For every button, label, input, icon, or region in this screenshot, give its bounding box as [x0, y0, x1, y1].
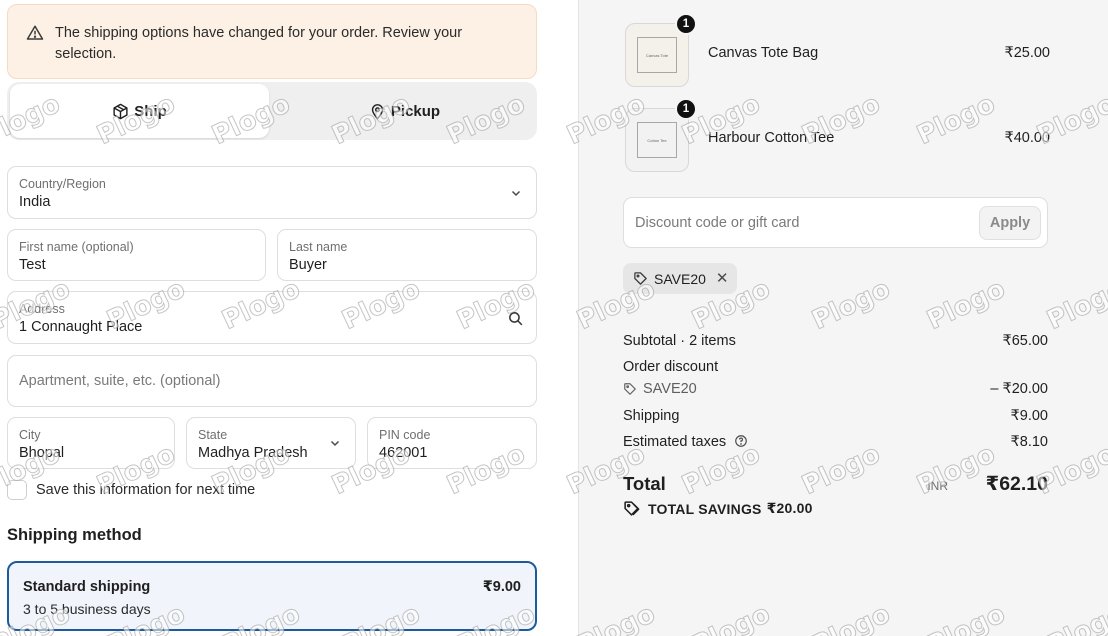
total-value: ₹62.10: [985, 473, 1048, 495]
thumbnail-frame: Canvas Tote: [637, 37, 677, 73]
warning-icon: [26, 25, 44, 40]
subtotal-label: Subtotal · 2 items: [623, 333, 736, 349]
chevron-down-icon: [330, 440, 340, 447]
taxes-value: ₹8.10: [1010, 434, 1048, 450]
search-icon[interactable]: [507, 310, 524, 327]
city-value: Bhopal: [19, 445, 65, 461]
order-discount-code-wrap: SAVE20: [623, 381, 1048, 397]
chevron-down-icon: [511, 190, 521, 196]
order-discount-row: Order discount: [623, 359, 1048, 375]
package-icon: [113, 103, 128, 119]
tag-icon: [634, 272, 647, 285]
state-label: State: [198, 428, 228, 442]
checkout-form-panel: The shipping options have changed for yo…: [0, 0, 578, 636]
shipping-option-days: 3 to 5 business days: [23, 601, 151, 617]
pickup-option-tab[interactable]: Pickup: [275, 84, 534, 138]
item-name: Canvas Tote Bag: [708, 45, 819, 61]
applied-discount-code: SAVE20: [654, 270, 706, 287]
tag-icon: [624, 383, 636, 395]
first-name-label: First name (optional): [19, 240, 134, 254]
address-value: 1 Connaught Place: [19, 319, 143, 335]
item-name: Harbour Cotton Tee: [708, 130, 835, 146]
apartment-placeholder: Apartment, suite, etc. (optional): [19, 373, 221, 389]
last-name-field[interactable]: Last name Buyer: [277, 229, 537, 281]
country-label: Country/Region: [19, 177, 106, 191]
first-name-field[interactable]: First name (optional) Test: [7, 229, 266, 281]
order-discount-code: SAVE20: [643, 381, 697, 397]
cart-item: Cotton Tee 1 Harbour Cotton Tee ₹40.00: [625, 98, 1050, 172]
discount-box: Apply: [623, 197, 1048, 248]
ship-label: Ship: [134, 102, 167, 120]
subtotal-row: Subtotal · 2 items ₹65.00: [623, 333, 1048, 349]
shipping-label: Shipping: [623, 408, 680, 424]
savings-tag-icon: [624, 501, 640, 516]
location-pin-icon: [371, 103, 384, 120]
currency-code: INR: [927, 479, 948, 493]
pin-code-label: PIN code: [379, 428, 431, 442]
delivery-method-toggle: Ship Pickup: [7, 82, 537, 140]
shipping-option-name: Standard shipping: [23, 579, 151, 595]
help-icon[interactable]: [734, 434, 748, 448]
pin-code-field[interactable]: PIN code 462001: [367, 417, 537, 469]
order-summary-panel: Canvas Tote 1 Canvas Tote Bag ₹25.00 Cot…: [578, 0, 1108, 636]
order-discount-detail-row: SAVE20 – ₹20.00: [623, 381, 1048, 397]
thumbnail-frame: Cotton Tee: [637, 122, 677, 158]
total-label: Total: [623, 473, 666, 494]
country-value: India: [19, 194, 51, 210]
order-discount-label: Order discount: [623, 359, 719, 375]
shipping-change-alert: The shipping options have changed for yo…: [7, 4, 537, 79]
quantity-badge: 1: [675, 98, 697, 120]
last-name-value: Buyer: [289, 257, 327, 273]
save-info-checkbox[interactable]: [7, 480, 27, 500]
address-label: Address: [19, 302, 65, 316]
pickup-label: Pickup: [390, 102, 441, 120]
order-discount-value: – ₹20.00: [990, 381, 1048, 397]
pin-code-value: 462001: [379, 445, 428, 461]
address-field[interactable]: Address 1 Connaught Place: [7, 291, 537, 344]
taxes-row: Estimated taxes ₹8.10: [623, 434, 1048, 450]
alert-message: The shipping options have changed for yo…: [55, 25, 463, 62]
applied-discount-chip: SAVE20 ✕: [623, 263, 737, 294]
item-price: ₹40.00: [1004, 130, 1050, 146]
thumbnail-caption: Cotton Tee: [647, 137, 667, 143]
thumbnail-caption: Canvas Tote: [645, 52, 669, 58]
shipping-option-price: ₹9.00: [482, 579, 521, 595]
item-price: ₹25.00: [1004, 45, 1050, 61]
shipping-method-title: Shipping method: [7, 526, 142, 544]
taxes-label: Estimated taxes: [623, 434, 727, 450]
city-field[interactable]: City Bhopal: [7, 417, 175, 469]
country-select[interactable]: Country/Region India: [7, 166, 537, 219]
total-savings: TOTAL SAVINGS ₹20.00: [623, 500, 813, 517]
total-row: Total INR ₹62.10: [623, 471, 1048, 497]
subtotal-value: ₹65.00: [1002, 333, 1048, 349]
city-label: City: [19, 428, 41, 442]
standard-shipping-option[interactable]: Standard shipping 3 to 5 business days ₹…: [7, 561, 537, 631]
savings-label: TOTAL SAVINGS: [648, 500, 762, 517]
save-info-label: Save this information for next time: [36, 482, 256, 498]
remove-discount-icon[interactable]: ✕: [716, 271, 729, 286]
apply-discount-button[interactable]: Apply: [979, 206, 1041, 240]
save-info-row[interactable]: Save this information for next time: [7, 480, 255, 500]
last-name-label: Last name: [289, 240, 348, 254]
shipping-row: Shipping ₹9.00: [623, 408, 1048, 424]
cart-item: Canvas Tote 1 Canvas Tote Bag ₹25.00: [625, 13, 1050, 87]
shipping-value: ₹9.00: [1010, 408, 1048, 424]
apartment-field[interactable]: Apartment, suite, etc. (optional): [7, 355, 537, 407]
quantity-badge: 1: [675, 13, 697, 35]
savings-value: ₹20.00: [766, 500, 813, 516]
state-value: Madhya Pradesh: [198, 445, 308, 461]
discount-code-input[interactable]: [624, 198, 964, 247]
ship-option-tab[interactable]: Ship: [10, 84, 269, 138]
first-name-value: Test: [19, 257, 46, 273]
state-select[interactable]: State Madhya Pradesh: [186, 417, 356, 469]
